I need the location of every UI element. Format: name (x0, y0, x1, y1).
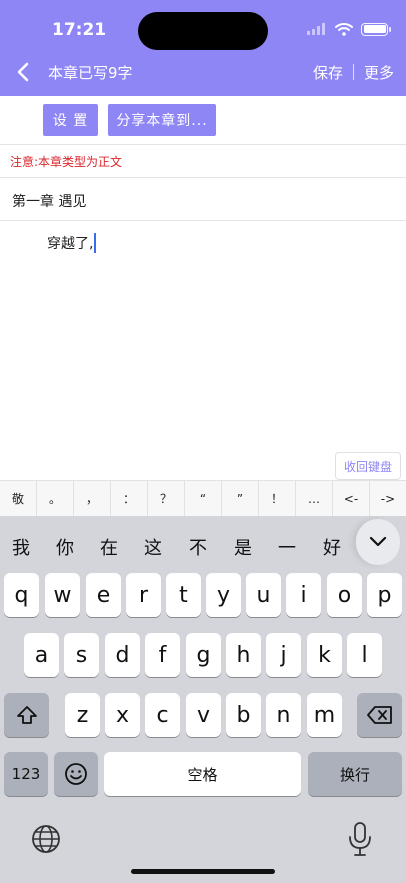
key-m[interactable]: m (307, 693, 342, 737)
delete-key[interactable] (357, 693, 402, 737)
candidate-word[interactable]: 一 (278, 534, 296, 560)
globe-icon[interactable] (30, 823, 62, 855)
space-key[interactable]: 空格 (104, 752, 301, 796)
candidate-word[interactable]: 是 (234, 534, 252, 560)
key-n[interactable]: n (266, 693, 301, 737)
key-s[interactable]: s (64, 633, 99, 677)
key-b[interactable]: b (226, 693, 261, 737)
candidate-word[interactable]: 你 (56, 534, 74, 560)
key-k[interactable]: k (307, 633, 342, 677)
signal-icon (307, 23, 327, 35)
status-time: 17:21 (52, 20, 107, 40)
key-l[interactable]: l (347, 633, 382, 677)
candidate-word[interactable]: 好 (323, 534, 341, 560)
home-indicator (131, 869, 275, 874)
punctuation-bar: 敬 。 ， ： ？ “ ” ！ … <- -> (0, 480, 406, 516)
back-chevron-icon[interactable] (12, 60, 34, 84)
punctuation-key[interactable]: ？ (148, 481, 185, 516)
punctuation-key[interactable]: 。 (37, 481, 74, 516)
emoji-icon (65, 763, 87, 785)
key-x[interactable]: x (105, 693, 140, 737)
key-w[interactable]: w (45, 573, 80, 617)
keyboard: 我 你 在 这 不 是 一 好 q w e r t y u i o p a s … (0, 516, 406, 883)
candidate-word[interactable]: 这 (144, 534, 162, 560)
settings-button[interactable]: 设 置 (43, 104, 98, 136)
punctuation-key[interactable]: ： (111, 481, 148, 516)
key-f[interactable]: f (145, 633, 180, 677)
key-r[interactable]: r (126, 573, 161, 617)
key-p[interactable]: p (367, 573, 402, 617)
battery-icon (361, 22, 391, 36)
key-d[interactable]: d (105, 633, 140, 677)
more-button[interactable]: 更多 (364, 62, 394, 83)
candidate-word[interactable]: 我 (12, 534, 30, 560)
cursor-left-key[interactable]: <- (333, 481, 370, 516)
cursor-right-key[interactable]: -> (370, 481, 406, 516)
key-c[interactable]: c (145, 693, 180, 737)
key-y[interactable]: y (206, 573, 241, 617)
wifi-icon (335, 23, 353, 36)
punctuation-key[interactable]: ， (74, 481, 111, 516)
key-g[interactable]: g (186, 633, 221, 677)
chapter-body-editor[interactable]: 穿越了, (47, 233, 97, 253)
punctuation-key[interactable]: “ (185, 481, 222, 516)
key-j[interactable]: j (266, 633, 301, 677)
status-icons (307, 22, 391, 36)
chevron-down-icon (369, 536, 387, 547)
key-q[interactable]: q (4, 573, 39, 617)
key-o[interactable]: o (327, 573, 362, 617)
chapter-type-notice: 注意:本章类型为正文 (10, 155, 123, 169)
text-caret (94, 233, 97, 253)
expand-candidates-button[interactable] (356, 519, 400, 565)
candidate-word[interactable]: 在 (100, 534, 118, 560)
punctuation-key[interactable]: 敬 (0, 481, 37, 516)
shift-key[interactable] (4, 693, 49, 737)
key-t[interactable]: t (166, 573, 201, 617)
app-header: 17:21 本章已写9字 保存 更多 (0, 0, 406, 96)
nav-divider (353, 64, 354, 80)
numbers-key[interactable]: 123 (4, 752, 48, 796)
candidate-word[interactable]: 不 (189, 534, 207, 560)
share-chapter-button[interactable]: 分享本章到... (108, 104, 216, 136)
divider (0, 177, 406, 178)
key-a[interactable]: a (24, 633, 59, 677)
microphone-icon[interactable] (347, 821, 373, 857)
delete-icon (366, 706, 392, 724)
punctuation-key[interactable]: … (296, 481, 333, 516)
return-key[interactable]: 换行 (308, 752, 402, 796)
key-e[interactable]: e (86, 573, 121, 617)
key-u[interactable]: u (246, 573, 281, 617)
page-title: 本章已写9字 (48, 64, 133, 82)
save-button[interactable]: 保存 (313, 62, 343, 83)
chapter-title-input[interactable]: 第一章 遇见 (12, 191, 86, 211)
key-z[interactable]: z (65, 693, 100, 737)
key-v[interactable]: v (186, 693, 221, 737)
chapter-body-text: 穿越了, (47, 236, 94, 252)
candidate-bar: 我 你 在 这 不 是 一 好 (0, 516, 406, 568)
dynamic-island (138, 12, 268, 50)
key-h[interactable]: h (226, 633, 261, 677)
emoji-key[interactable] (54, 752, 98, 796)
divider (0, 220, 406, 221)
shift-icon (16, 706, 37, 724)
punctuation-key[interactable]: ！ (259, 481, 296, 516)
key-i[interactable]: i (286, 573, 321, 617)
collapse-keyboard-button[interactable]: 收回键盘 (335, 452, 401, 480)
punctuation-key[interactable]: ” (222, 481, 259, 516)
divider (0, 144, 406, 145)
